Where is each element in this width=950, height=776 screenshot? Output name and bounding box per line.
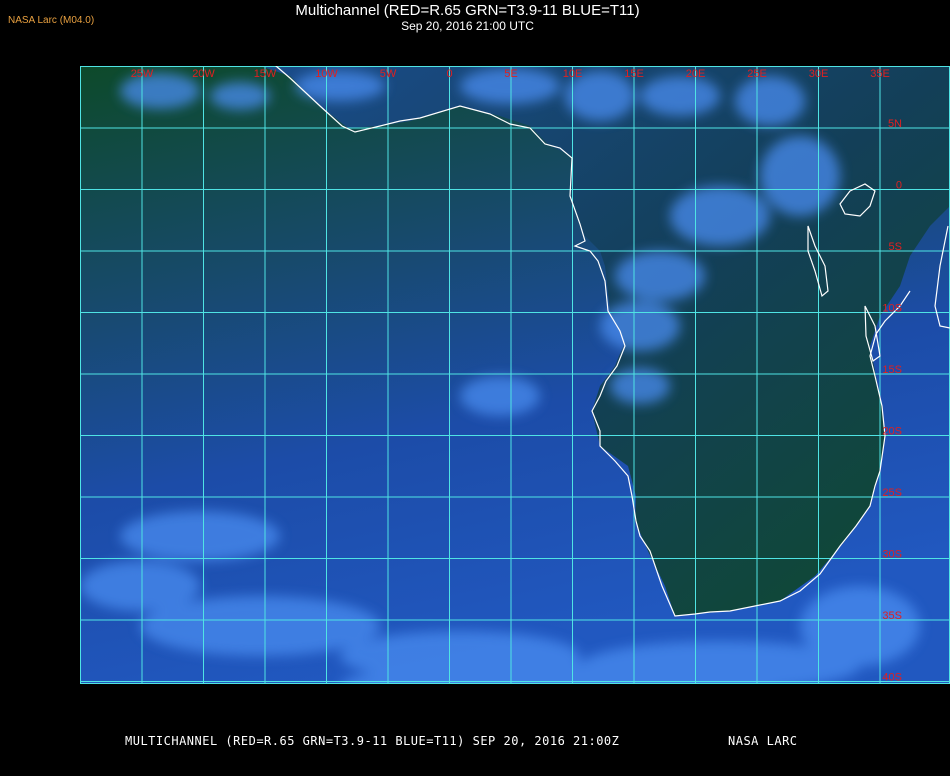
latitude-label: 5S	[889, 241, 902, 253]
footer-credit: NASA LARC	[728, 734, 798, 748]
longitude-label: 25E	[747, 68, 767, 80]
longitude-label: 20W	[192, 68, 215, 80]
latitude-label: 15S	[882, 364, 902, 376]
latitude-label: 35S	[882, 610, 902, 622]
longitude-label: 10E	[563, 68, 583, 80]
latitude-label: 0	[896, 180, 902, 192]
longitude-label: 20E	[686, 68, 706, 80]
longitude-label: 5E	[504, 68, 517, 80]
longitude-label: 5W	[380, 68, 397, 80]
image-datetime: Sep 20, 2016 21:00 UTC	[401, 19, 534, 33]
footer-caption-bar: MULTICHANNEL (RED=R.65 GRN=T3.9-11 BLUE=…	[0, 734, 950, 750]
longitude-label: 15E	[624, 68, 644, 80]
longitude-label: 25W	[131, 68, 154, 80]
footer-caption: MULTICHANNEL (RED=R.65 GRN=T3.9-11 BLUE=…	[125, 734, 620, 748]
longitude-label: 15W	[254, 68, 277, 80]
longitude-label: 10W	[315, 68, 338, 80]
latitude-label: 30S	[882, 549, 902, 561]
title-block: Multichannel (RED=R.65 GRN=T3.9-11 BLUE=…	[0, 2, 935, 33]
image-title: Multichannel (RED=R.65 GRN=T3.9-11 BLUE=…	[295, 2, 640, 19]
latitude-label: 25S	[882, 487, 902, 499]
satellite-imagery-svg: 25W 20W 15W 10W 5W 0 5E 10E 15E 20E 25E 30E 35E 5N 0 5…	[80, 66, 950, 726]
map-no-data-strip	[80, 684, 950, 726]
longitude-label: 35E	[870, 68, 890, 80]
latitude-label: 40S	[882, 672, 902, 684]
latitude-label: 5N	[888, 118, 902, 130]
longitude-label: 30E	[809, 68, 829, 80]
latitude-label: 20S	[882, 426, 902, 438]
latitude-label: 10S	[882, 303, 902, 315]
satellite-map[interactable]: 25W 20W 15W 10W 5W 0 5E 10E 15E 20E 25E 30E 35E 5N 0 5…	[80, 66, 950, 726]
longitude-label: 0	[446, 68, 452, 80]
